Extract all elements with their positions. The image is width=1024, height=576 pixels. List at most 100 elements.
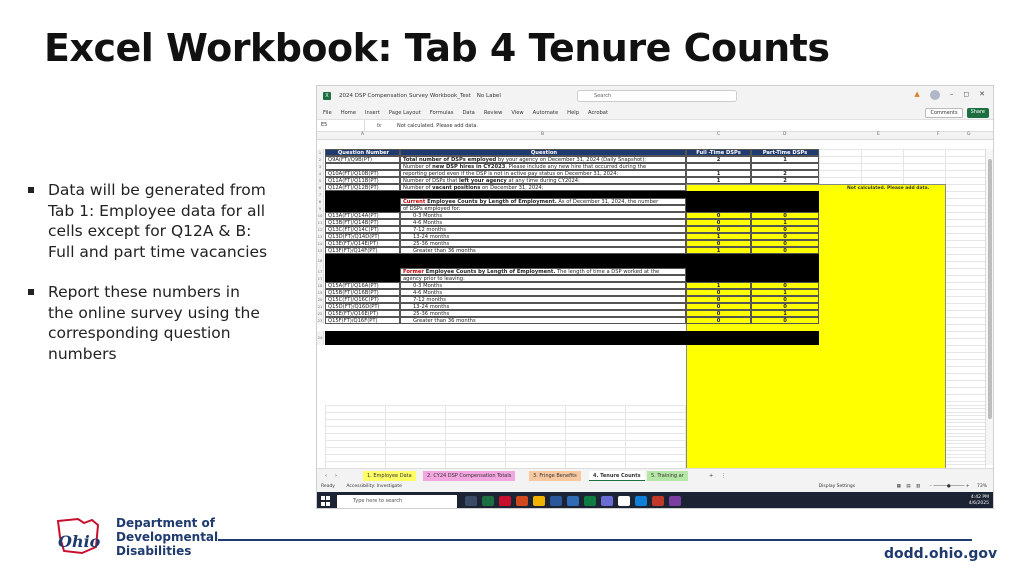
- taskbar-search-input[interactable]: Type here to search: [337, 494, 457, 508]
- formula-input[interactable]: Not calculated. Please add data.: [393, 123, 478, 129]
- part-time-cell[interactable]: 0: [751, 247, 819, 254]
- menu-review[interactable]: Review: [484, 110, 503, 116]
- question-number-cell[interactable]: Q15C(FT)/Q16C(PT): [325, 296, 400, 303]
- question-cell[interactable]: Total number of DSPs employed by your ag…: [400, 156, 686, 163]
- question-cell[interactable]: 25-36 months: [400, 240, 686, 247]
- part-time-cell[interactable]: 0: [751, 212, 819, 219]
- acrobat-taskbar-icon[interactable]: [652, 496, 664, 506]
- teams-taskbar-icon[interactable]: [601, 496, 613, 506]
- comments-button[interactable]: Comments: [925, 108, 963, 118]
- full-time-cell[interactable]: 0: [686, 219, 751, 226]
- question-number-cell[interactable]: Q15B(FT)/Q16B(PT): [325, 289, 400, 296]
- sheet-menu-icon[interactable]: ⋮: [717, 471, 730, 481]
- sheet-tab[interactable]: 5. Training ar: [647, 471, 688, 481]
- menu-formulas[interactable]: Formulas: [430, 110, 454, 116]
- part-time-cell[interactable]: 0: [751, 226, 819, 233]
- outlook-taskbar-icon[interactable]: [567, 496, 579, 506]
- header-full-time[interactable]: Full -Time DSPs: [686, 149, 751, 156]
- windows-start-icon[interactable]: [321, 496, 331, 506]
- word-taskbar-icon[interactable]: [550, 496, 562, 506]
- former-heading[interactable]: Former Employee Counts by Length of Empl…: [400, 268, 686, 275]
- menu-automate[interactable]: Automate: [533, 110, 559, 116]
- restore-icon[interactable]: ◻: [963, 90, 969, 100]
- full-time-cell[interactable]: 0: [686, 289, 751, 296]
- add-sheet-icon[interactable]: +: [705, 471, 717, 481]
- part-time-cell[interactable]: 0: [751, 296, 819, 303]
- part-time-cell[interactable]: 1: [751, 310, 819, 317]
- full-time-cell[interactable]: [686, 163, 751, 170]
- fx-icon[interactable]: fx: [365, 123, 393, 129]
- question-cell[interactable]: 4-6 Months: [400, 289, 686, 296]
- sheet-tab[interactable]: 3. Fringe Benefits: [529, 471, 581, 481]
- question-number-cell[interactable]: Q15D(FT)/Q16D(PT): [325, 303, 400, 310]
- col-header[interactable]: A: [361, 132, 364, 137]
- question-number-cell[interactable]: Q9A(FT)/Q9B(PT): [325, 156, 400, 163]
- part-time-cell[interactable]: 0: [751, 240, 819, 247]
- full-time-cell[interactable]: 2: [686, 156, 751, 163]
- question-number-cell[interactable]: Q11A(FT)/Q11B(PT): [325, 177, 400, 184]
- scroll-thumb[interactable]: [988, 159, 992, 419]
- full-time-cell[interactable]: 0: [686, 212, 751, 219]
- question-number-cell[interactable]: Q13F(FT)/Q14F(PT): [325, 247, 400, 254]
- menu-file[interactable]: File: [323, 110, 332, 116]
- header-part-time[interactable]: Part-Time DSPs: [751, 149, 819, 156]
- accessibility-status[interactable]: Accessibility: Investigate: [346, 484, 401, 489]
- part-time-cell[interactable]: 2: [751, 177, 819, 184]
- question-number-cell[interactable]: [325, 163, 400, 170]
- question-cell[interactable]: 13-24 months: [400, 233, 686, 240]
- question-number-cell[interactable]: Q13B(FT)/Q14B(PT): [325, 219, 400, 226]
- task-view-icon[interactable]: [465, 496, 477, 506]
- part-time-cell[interactable]: 1: [751, 156, 819, 163]
- sheet-tab[interactable]: 2. CY24 DSP Compensation Totals: [423, 471, 516, 481]
- avatar[interactable]: [929, 90, 940, 100]
- header-question-number[interactable]: Question Number: [325, 149, 400, 156]
- search-input[interactable]: Search: [577, 90, 737, 102]
- full-time-cell[interactable]: 0: [686, 310, 751, 317]
- question-cell[interactable]: 4-6 Months: [400, 219, 686, 226]
- question-cell[interactable]: 0-3 Months: [400, 282, 686, 289]
- question-cell[interactable]: Greater than 36 months: [400, 317, 686, 324]
- col-header[interactable]: E: [877, 132, 880, 137]
- warning-icon[interactable]: ▲: [914, 90, 919, 100]
- tab-next-icon[interactable]: ›: [331, 471, 341, 481]
- question-number-cell[interactable]: Q13D(FT)/Q14D(PT): [325, 233, 400, 240]
- current-heading[interactable]: Current Employee Counts by Length of Emp…: [400, 198, 686, 205]
- question-cell[interactable]: 0-3 Months: [400, 212, 686, 219]
- menu-data[interactable]: Data: [462, 110, 474, 116]
- sheet-tab[interactable]: 4. Tenure Counts: [589, 471, 645, 481]
- full-time-cell[interactable]: 1: [686, 282, 751, 289]
- col-header[interactable]: C: [717, 132, 720, 137]
- system-clock[interactable]: 4:42 PM 4/6/2025: [969, 495, 989, 507]
- question-cell[interactable]: 25-36 months: [400, 310, 686, 317]
- question-cell[interactable]: Greater than 36 months: [400, 247, 686, 254]
- question-number-cell[interactable]: Q15A(FT)/Q16A(PT): [325, 282, 400, 289]
- sensitivity-label[interactable]: No Label: [477, 93, 501, 99]
- menu-help[interactable]: Help: [567, 110, 579, 116]
- menu-acrobat[interactable]: Acrobat: [588, 110, 608, 116]
- part-time-cell[interactable]: 0: [751, 317, 819, 324]
- sheet-tab[interactable]: 1. Employee Data: [363, 471, 416, 481]
- file-explorer-icon[interactable]: [533, 496, 545, 506]
- full-time-cell[interactable]: 1: [686, 177, 751, 184]
- vertical-scrollbar[interactable]: [985, 149, 993, 465]
- part-time-cell[interactable]: [751, 163, 819, 170]
- part-time-cell[interactable]: 2: [751, 170, 819, 177]
- menu-home[interactable]: Home: [341, 110, 356, 116]
- question-number-cell[interactable]: Q13E(FT)/Q14E(PT): [325, 240, 400, 247]
- close-icon[interactable]: ✕: [979, 90, 985, 100]
- part-time-cell[interactable]: 0: [751, 233, 819, 240]
- question-cell[interactable]: reporting period even if the DSP is not …: [400, 170, 686, 177]
- col-header[interactable]: B: [541, 132, 544, 137]
- display-settings[interactable]: Display Settings: [819, 484, 855, 489]
- full-time-cell[interactable]: 0: [686, 296, 751, 303]
- question-cell[interactable]: Number of vacant positions on December 3…: [400, 184, 686, 191]
- full-time-cell[interactable]: 0: [686, 303, 751, 310]
- zoom-slider[interactable]: – ─────●───── +: [930, 484, 970, 489]
- full-time-cell[interactable]: 0: [686, 240, 751, 247]
- question-number-cell[interactable]: Q15F(FT)/Q16F(PT): [325, 317, 400, 324]
- question-cell[interactable]: 13-24 months: [400, 303, 686, 310]
- full-time-cell[interactable]: 1: [686, 170, 751, 177]
- col-header[interactable]: G: [967, 132, 971, 137]
- question-number-cell[interactable]: Q13A(FT)/Q14A(PT): [325, 212, 400, 219]
- app-taskbar-icon[interactable]: [669, 496, 681, 506]
